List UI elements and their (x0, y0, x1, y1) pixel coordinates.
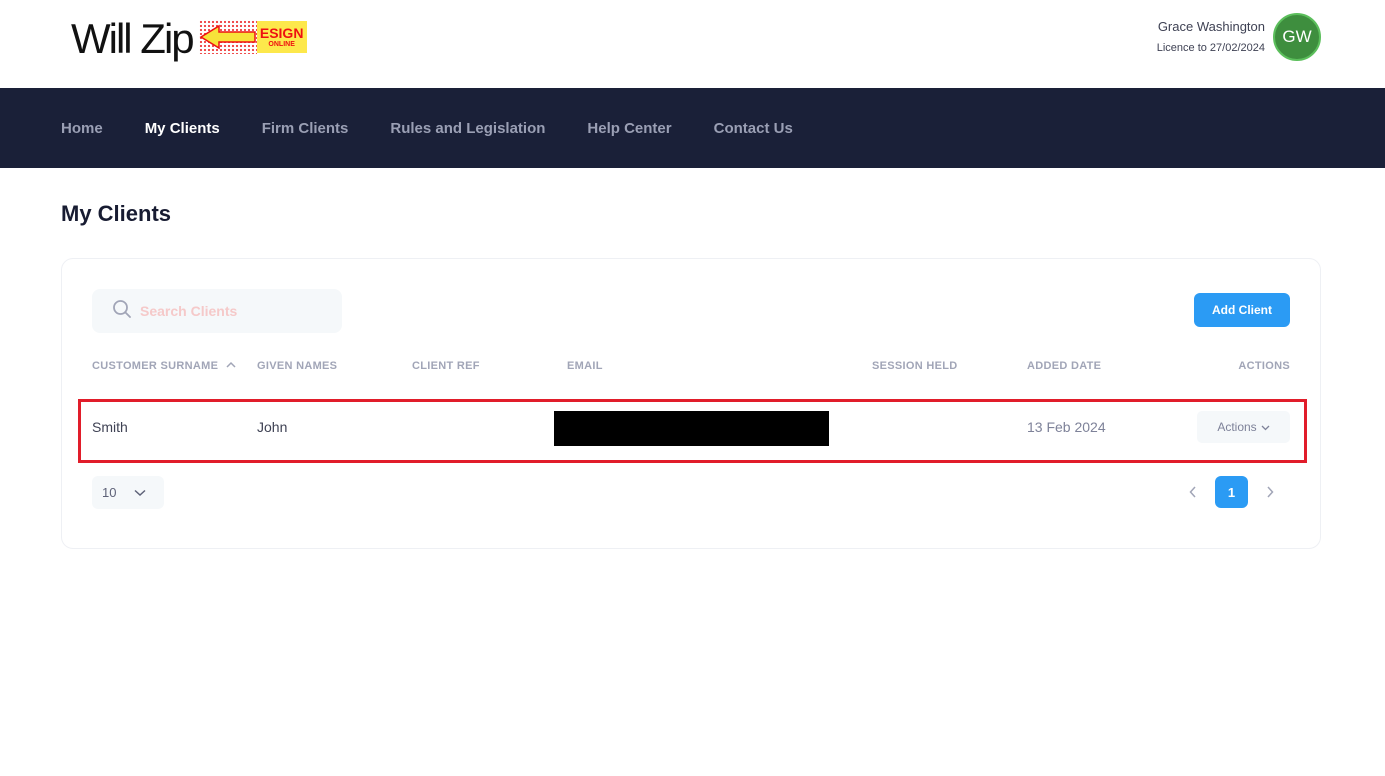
page-button-current[interactable]: 1 (1215, 476, 1248, 508)
nav-rules-legislation[interactable]: Rules and Legislation (390, 120, 545, 137)
licence-expiry: Licence to 27/02/2024 (1156, 41, 1265, 54)
page-title: My Clients (61, 201, 172, 226)
pagination: 1 (1181, 476, 1282, 508)
col-given-names[interactable]: GIVEN NAMES (257, 360, 337, 372)
top-header: Will Zip ESIGN ONLINE Grace Washington L… (0, 0, 1385, 88)
user-info: Grace Washington Licence to 27/02/2024 (1157, 18, 1265, 57)
prev-page-icon[interactable] (1181, 476, 1205, 508)
add-client-button[interactable]: Add Client (1194, 293, 1290, 327)
main-nav: Home My Clients Firm Clients Rules and L… (0, 88, 1385, 168)
nav-firm-clients[interactable]: Firm Clients (262, 120, 349, 137)
next-page-icon[interactable] (1258, 476, 1282, 508)
search-box (92, 289, 342, 333)
col-email[interactable]: EMAIL (567, 360, 603, 372)
esign-label: ESIGN ONLINE (256, 21, 307, 53)
col-session-held[interactable]: SESSION HELD (872, 360, 958, 372)
will-zip-logo[interactable]: Will Zip ESIGN ONLINE (71, 14, 307, 64)
clients-card: Add Client CUSTOMER SURNAME GIVEN NAMES … (61, 258, 1321, 549)
esign-badge: ESIGN ONLINE (198, 20, 307, 54)
page-size-select[interactable]: 10 (92, 476, 164, 509)
col-added-date[interactable]: ADDED DATE (1027, 360, 1101, 372)
user-name: Grace Washington (1157, 18, 1265, 34)
col-actions: ACTIONS (1238, 360, 1290, 372)
col-client-ref[interactable]: CLIENT REF (412, 360, 480, 372)
nav-contact-us[interactable]: Contact Us (714, 120, 793, 137)
sort-ascending-icon (226, 360, 236, 372)
arrow-left-icon (198, 20, 257, 54)
avatar[interactable]: GW (1273, 13, 1321, 61)
search-input[interactable] (140, 303, 330, 319)
col-customer-surname[interactable]: CUSTOMER SURNAME (92, 360, 236, 372)
user-menu[interactable]: Grace Washington Licence to 27/02/2024 G… (1157, 13, 1321, 61)
search-icon (112, 299, 132, 324)
chevron-down-icon (116, 485, 146, 500)
nav-my-clients[interactable]: My Clients (145, 120, 220, 137)
nav-home[interactable]: Home (61, 120, 103, 137)
row-highlight-box (78, 399, 1307, 463)
logo-text: Will Zip (71, 15, 195, 62)
nav-help-center[interactable]: Help Center (587, 120, 671, 137)
